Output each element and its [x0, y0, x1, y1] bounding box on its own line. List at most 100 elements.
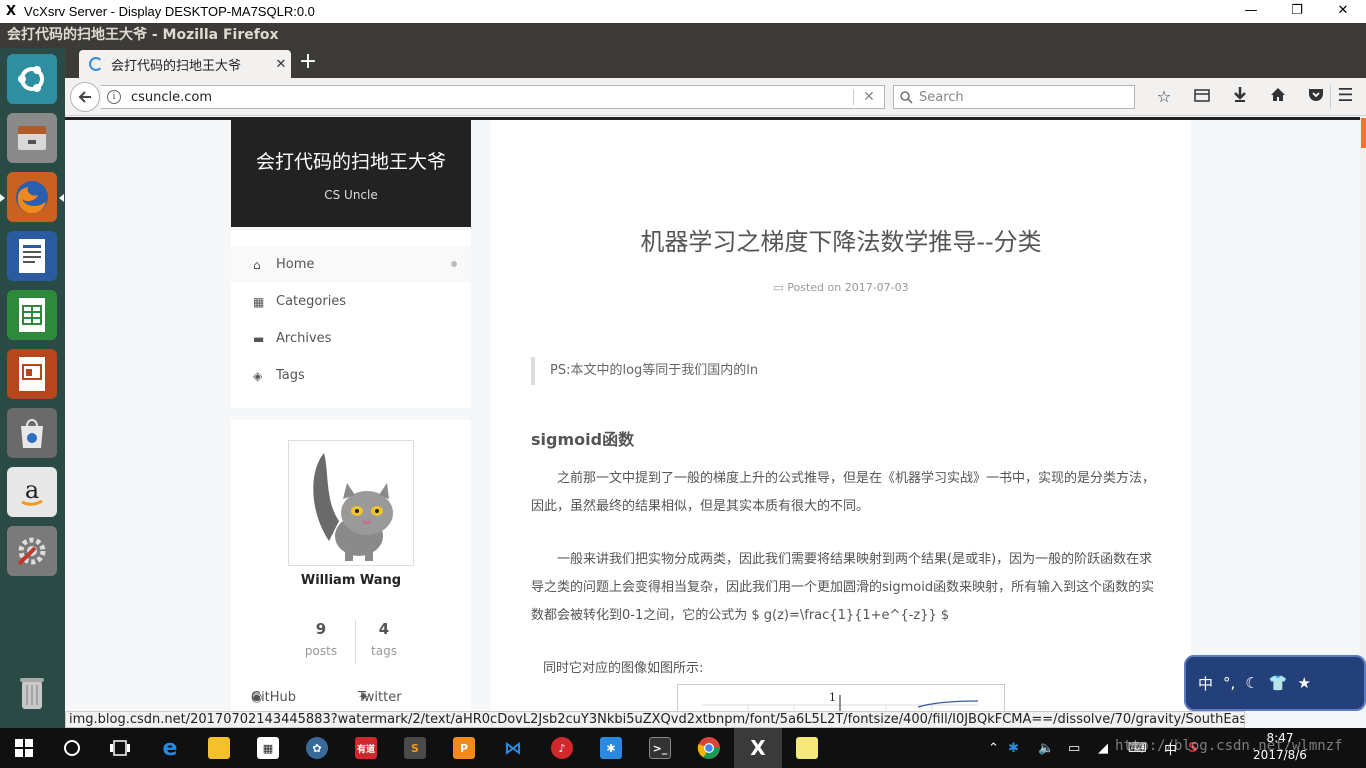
- file-explorer-icon[interactable]: [195, 728, 243, 768]
- stop-icon[interactable]: ✕: [854, 89, 884, 105]
- start-button[interactable]: [0, 728, 48, 768]
- author-name: William Wang: [300, 573, 402, 588]
- terminal-icon[interactable]: >_: [636, 728, 684, 768]
- tab-label: 会打代码的扫地王大爷: [111, 58, 242, 74]
- url-text[interactable]: csuncle.com: [131, 90, 853, 105]
- calendar-icon: ▭: [773, 281, 784, 294]
- store-icon[interactable]: ▦: [244, 728, 292, 768]
- downloads-icon[interactable]: [1221, 85, 1259, 109]
- loading-spinner-icon: [89, 57, 103, 71]
- home-icon[interactable]: [1259, 85, 1297, 109]
- back-arrow-icon: [78, 91, 91, 103]
- ime-star-icon[interactable]: ★: [1297, 674, 1310, 692]
- tray-expand-icon[interactable]: ⌃: [988, 741, 1008, 756]
- cortana-icon[interactable]: [48, 728, 96, 768]
- restore-button[interactable]: ❐: [1274, 0, 1320, 23]
- vcxsrv-taskbar-icon[interactable]: X: [734, 728, 782, 768]
- scrollbar-thumb[interactable]: [1361, 118, 1366, 148]
- menu-item-archives[interactable]: ▬ Archives: [231, 320, 471, 357]
- trash-icon[interactable]: [7, 668, 57, 718]
- menu-item-label: Archives: [276, 331, 332, 346]
- hamburger-menu-icon[interactable]: ☰: [1330, 85, 1360, 109]
- ime-punct-icon[interactable]: °,: [1223, 674, 1235, 692]
- post-article: 机器学习之梯度下降法数学推导--分类 ▭ Posted on 2017-07-0…: [491, 120, 1191, 711]
- menu-item-categories[interactable]: ▦ Categories: [231, 283, 471, 320]
- writer-icon[interactable]: [7, 231, 57, 281]
- sublime-icon[interactable]: S: [391, 728, 439, 768]
- amazon-icon[interactable]: a: [7, 467, 57, 517]
- sigmoid-plot-image: 1: [702, 691, 979, 711]
- battery-icon[interactable]: ▭: [1068, 741, 1098, 756]
- tray-app-icon[interactable]: ✱: [1008, 741, 1038, 756]
- active-indicator-left: [0, 194, 5, 202]
- firefox-launcher-icon[interactable]: [7, 172, 57, 222]
- tab-close-icon[interactable]: ✕: [271, 57, 291, 72]
- sigmoid-figure[interactable]: 1: [677, 684, 1005, 711]
- url-bar[interactable]: i csuncle.com ✕: [101, 85, 885, 109]
- back-button[interactable]: [70, 82, 100, 112]
- home-icon: ⌂: [253, 257, 261, 272]
- page-viewport: 会打代码的扫地王大爷 CS Uncle ⌂ Home ▦ Categories …: [65, 117, 1366, 711]
- netease-music-icon[interactable]: ♪: [538, 728, 586, 768]
- volume-icon[interactable]: 🔈: [1038, 741, 1068, 756]
- site-header: 会打代码的扫地王大爷 CS Uncle: [231, 120, 471, 227]
- search-icon: [900, 90, 913, 104]
- toolbar-icons: ☆: [1145, 85, 1335, 109]
- bookmark-star-icon[interactable]: ☆: [1145, 85, 1183, 109]
- paragraph-1: 之前那一文中提到了一般的梯度上升的公式推导，但是在《机器学习实战》一书中，实现的…: [531, 471, 1156, 514]
- new-tab-button[interactable]: +: [297, 50, 319, 76]
- tags-count: 4: [378, 620, 390, 638]
- ubuntu-dash-icon[interactable]: [7, 54, 57, 104]
- post-title[interactable]: 机器学习之梯度下降法数学推导--分类: [491, 222, 1191, 257]
- active-dot: [451, 261, 457, 267]
- chrome-icon[interactable]: [685, 728, 733, 768]
- vscode-icon[interactable]: ⋈: [489, 728, 537, 768]
- author-profile: William Wang 9 posts 4 tags ◉ GitHub ✦ T…: [231, 420, 471, 711]
- window-title: VcXsrv Server - Display DESKTOP-MA7SQLR:…: [24, 4, 315, 19]
- avatar: [288, 440, 414, 566]
- grid-icon: ▦: [253, 294, 265, 309]
- blockquote: PS:本文中的log等同于我们国内的ln: [531, 357, 1151, 385]
- pdf-icon[interactable]: P: [440, 728, 488, 768]
- close-button[interactable]: ✕: [1320, 0, 1366, 23]
- menu-item-label: Categories: [276, 294, 347, 309]
- svg-text:a: a: [25, 476, 39, 504]
- scrollbar-track[interactable]: [1360, 117, 1366, 711]
- sticky-notes-icon[interactable]: [783, 728, 831, 768]
- menu-item-label: Home: [276, 257, 315, 272]
- tags-label: tags: [371, 644, 397, 658]
- site-info-icon[interactable]: i: [107, 90, 121, 104]
- task-view-icon[interactable]: [96, 728, 144, 768]
- site-subtitle: CS Uncle: [324, 188, 378, 202]
- app-icon[interactable]: ✿: [293, 728, 341, 768]
- app-blue-icon[interactable]: ✱: [587, 728, 635, 768]
- ime-lang-icon[interactable]: 中: [1198, 673, 1213, 694]
- search-input[interactable]: Search: [893, 85, 1135, 109]
- impress-icon[interactable]: [7, 349, 57, 399]
- tags-stat[interactable]: 4 tags: [334, 620, 434, 658]
- system-settings-icon[interactable]: [7, 526, 57, 576]
- author-stats: 9 posts 4 tags: [231, 620, 471, 664]
- youdao-icon[interactable]: 有道: [342, 728, 390, 768]
- ime-moon-icon[interactable]: ☾: [1245, 674, 1258, 692]
- menu-item-tags[interactable]: ◈ Tags: [231, 357, 471, 394]
- navigation-toolbar: i csuncle.com ✕ Search ☆ ☰: [65, 78, 1366, 116]
- minimize-button[interactable]: —: [1228, 0, 1274, 23]
- files-icon[interactable]: [7, 113, 57, 163]
- calc-icon[interactable]: [7, 290, 57, 340]
- tab-active[interactable]: 会打代码的扫地王大爷 ✕: [79, 50, 291, 78]
- window-controls: — ❐ ✕: [1228, 0, 1366, 23]
- menu-item-home[interactable]: ⌂ Home: [231, 246, 471, 283]
- active-indicator-right: [59, 194, 64, 202]
- edge-icon[interactable]: e: [146, 728, 194, 768]
- ime-skin-icon[interactable]: 👕: [1269, 674, 1288, 692]
- tags-icon: ◈: [253, 368, 263, 383]
- ime-status-widget[interactable]: 中 °, ☾ 👕 ★: [1184, 655, 1366, 711]
- software-center-icon[interactable]: [7, 408, 57, 458]
- post-meta: ▭ Posted on 2017-07-03: [491, 281, 1191, 294]
- reading-list-icon[interactable]: [1183, 85, 1221, 109]
- site-title[interactable]: 会打代码的扫地王大爷: [231, 147, 471, 174]
- link-status-bar: img.blog.csdn.net/20170702143445883?wate…: [65, 711, 1245, 728]
- firefox-titlebar: 会打代码的扫地王大爷 - Mozilla Firefox: [0, 23, 1366, 48]
- figure-tick-label: 1: [829, 691, 836, 704]
